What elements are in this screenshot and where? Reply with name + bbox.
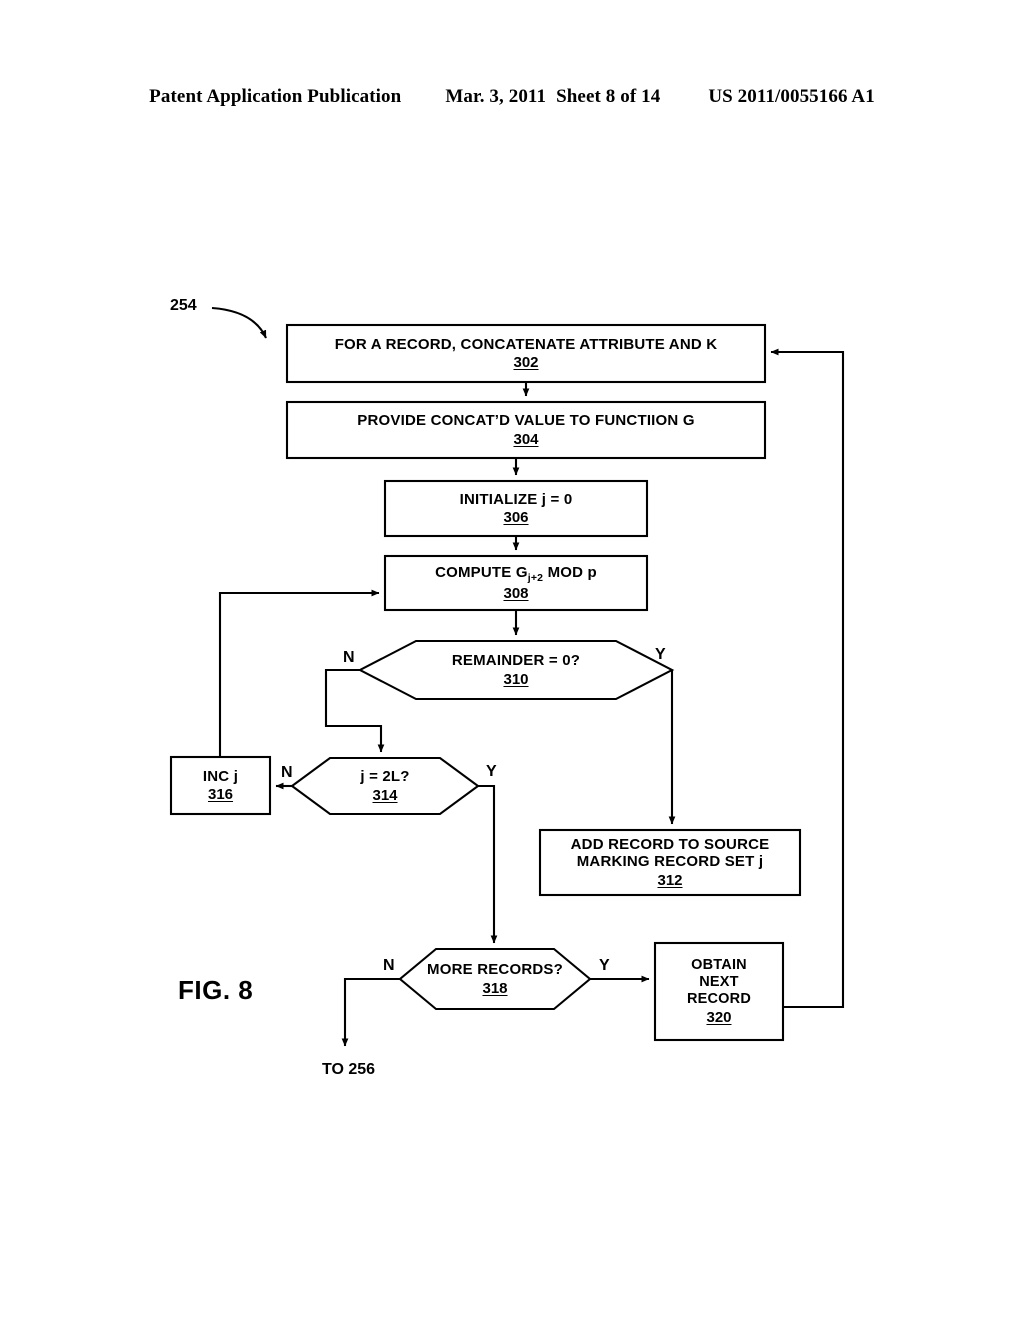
shape-302 [285,323,767,384]
leader-254 [211,306,267,339]
flowchart-vector-layer [169,306,845,1047]
shape-308 [383,554,649,612]
connector-320-to-302 [770,348,845,1009]
branch-label-310-yes: Y [655,646,666,663]
shape-318 [398,947,592,1011]
connector-318-no-to-exit [341,977,400,1047]
shape-316 [169,755,272,816]
branch-label-318-yes: Y [599,957,610,974]
shape-320 [653,941,785,1042]
patent-figure-page: Patent Application Publication Mar. 3, 2… [0,0,1024,1320]
shape-312 [538,828,802,897]
connector-314-yes-to-318 [478,784,498,944]
branch-label-314-no: N [281,764,293,781]
branch-label-310-no: N [343,649,355,666]
shape-304 [285,400,767,460]
exit-label-to-256: TO 256 [322,1061,376,1078]
flowchart: FOR A RECORD, CONCATENATE ATTRIBUTE AND … [0,0,1024,1320]
shape-314 [290,756,480,816]
connector-310-no-to-314 [324,668,385,753]
branch-label-318-no: N [383,957,395,974]
figure-label: FIG. 8 [178,975,254,1005]
shape-310 [357,639,675,701]
shape-306 [383,479,649,538]
branch-label-314-yes: Y [486,763,497,780]
diagram-reference-254: 254 [170,297,197,314]
connector-316-to-308 [218,589,380,757]
